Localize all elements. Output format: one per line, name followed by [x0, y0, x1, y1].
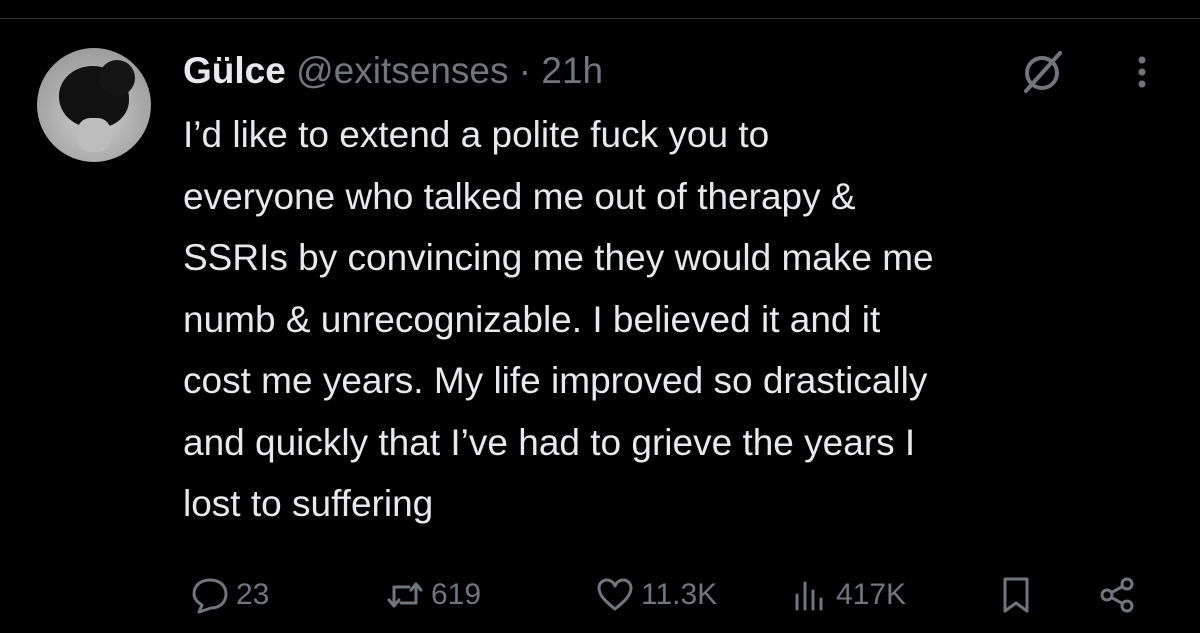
- bookmark-icon: [1003, 577, 1029, 613]
- timestamp[interactable]: 21h: [541, 50, 603, 91]
- bookmark-button[interactable]: [996, 565, 1036, 625]
- views-count: 417K: [836, 578, 907, 611]
- views-button[interactable]: 417K: [790, 565, 906, 625]
- reply-icon: [192, 578, 228, 614]
- repost-count: 619: [431, 578, 482, 611]
- author-handle[interactable]: @exitsenses: [296, 50, 508, 91]
- like-count: 11.3K: [641, 578, 718, 611]
- separator-dot: ·: [518, 50, 532, 91]
- reply-count: 23: [236, 578, 270, 611]
- grok-icon[interactable]: [1016, 45, 1068, 97]
- share-button[interactable]: [1097, 565, 1137, 625]
- like-icon: [597, 578, 633, 611]
- top-divider: [0, 18, 1200, 19]
- repost-button[interactable]: 619: [385, 565, 481, 625]
- tweet-text: I’d like to extend a polite fuck you to …: [183, 114, 934, 524]
- more-icon[interactable]: [1127, 52, 1157, 92]
- repost-icon: [387, 582, 423, 608]
- like-button[interactable]: 11.3K: [595, 565, 717, 625]
- reply-button[interactable]: 23: [190, 565, 269, 625]
- views-icon: [795, 581, 823, 611]
- action-bar: 23 619 11.3K 417K: [0, 565, 1200, 625]
- author-name[interactable]: Gülce: [183, 50, 286, 91]
- avatar[interactable]: [37, 48, 151, 162]
- tweet-header: Gülce @exitsenses · 21h: [183, 48, 603, 94]
- share-icon: [1100, 577, 1134, 613]
